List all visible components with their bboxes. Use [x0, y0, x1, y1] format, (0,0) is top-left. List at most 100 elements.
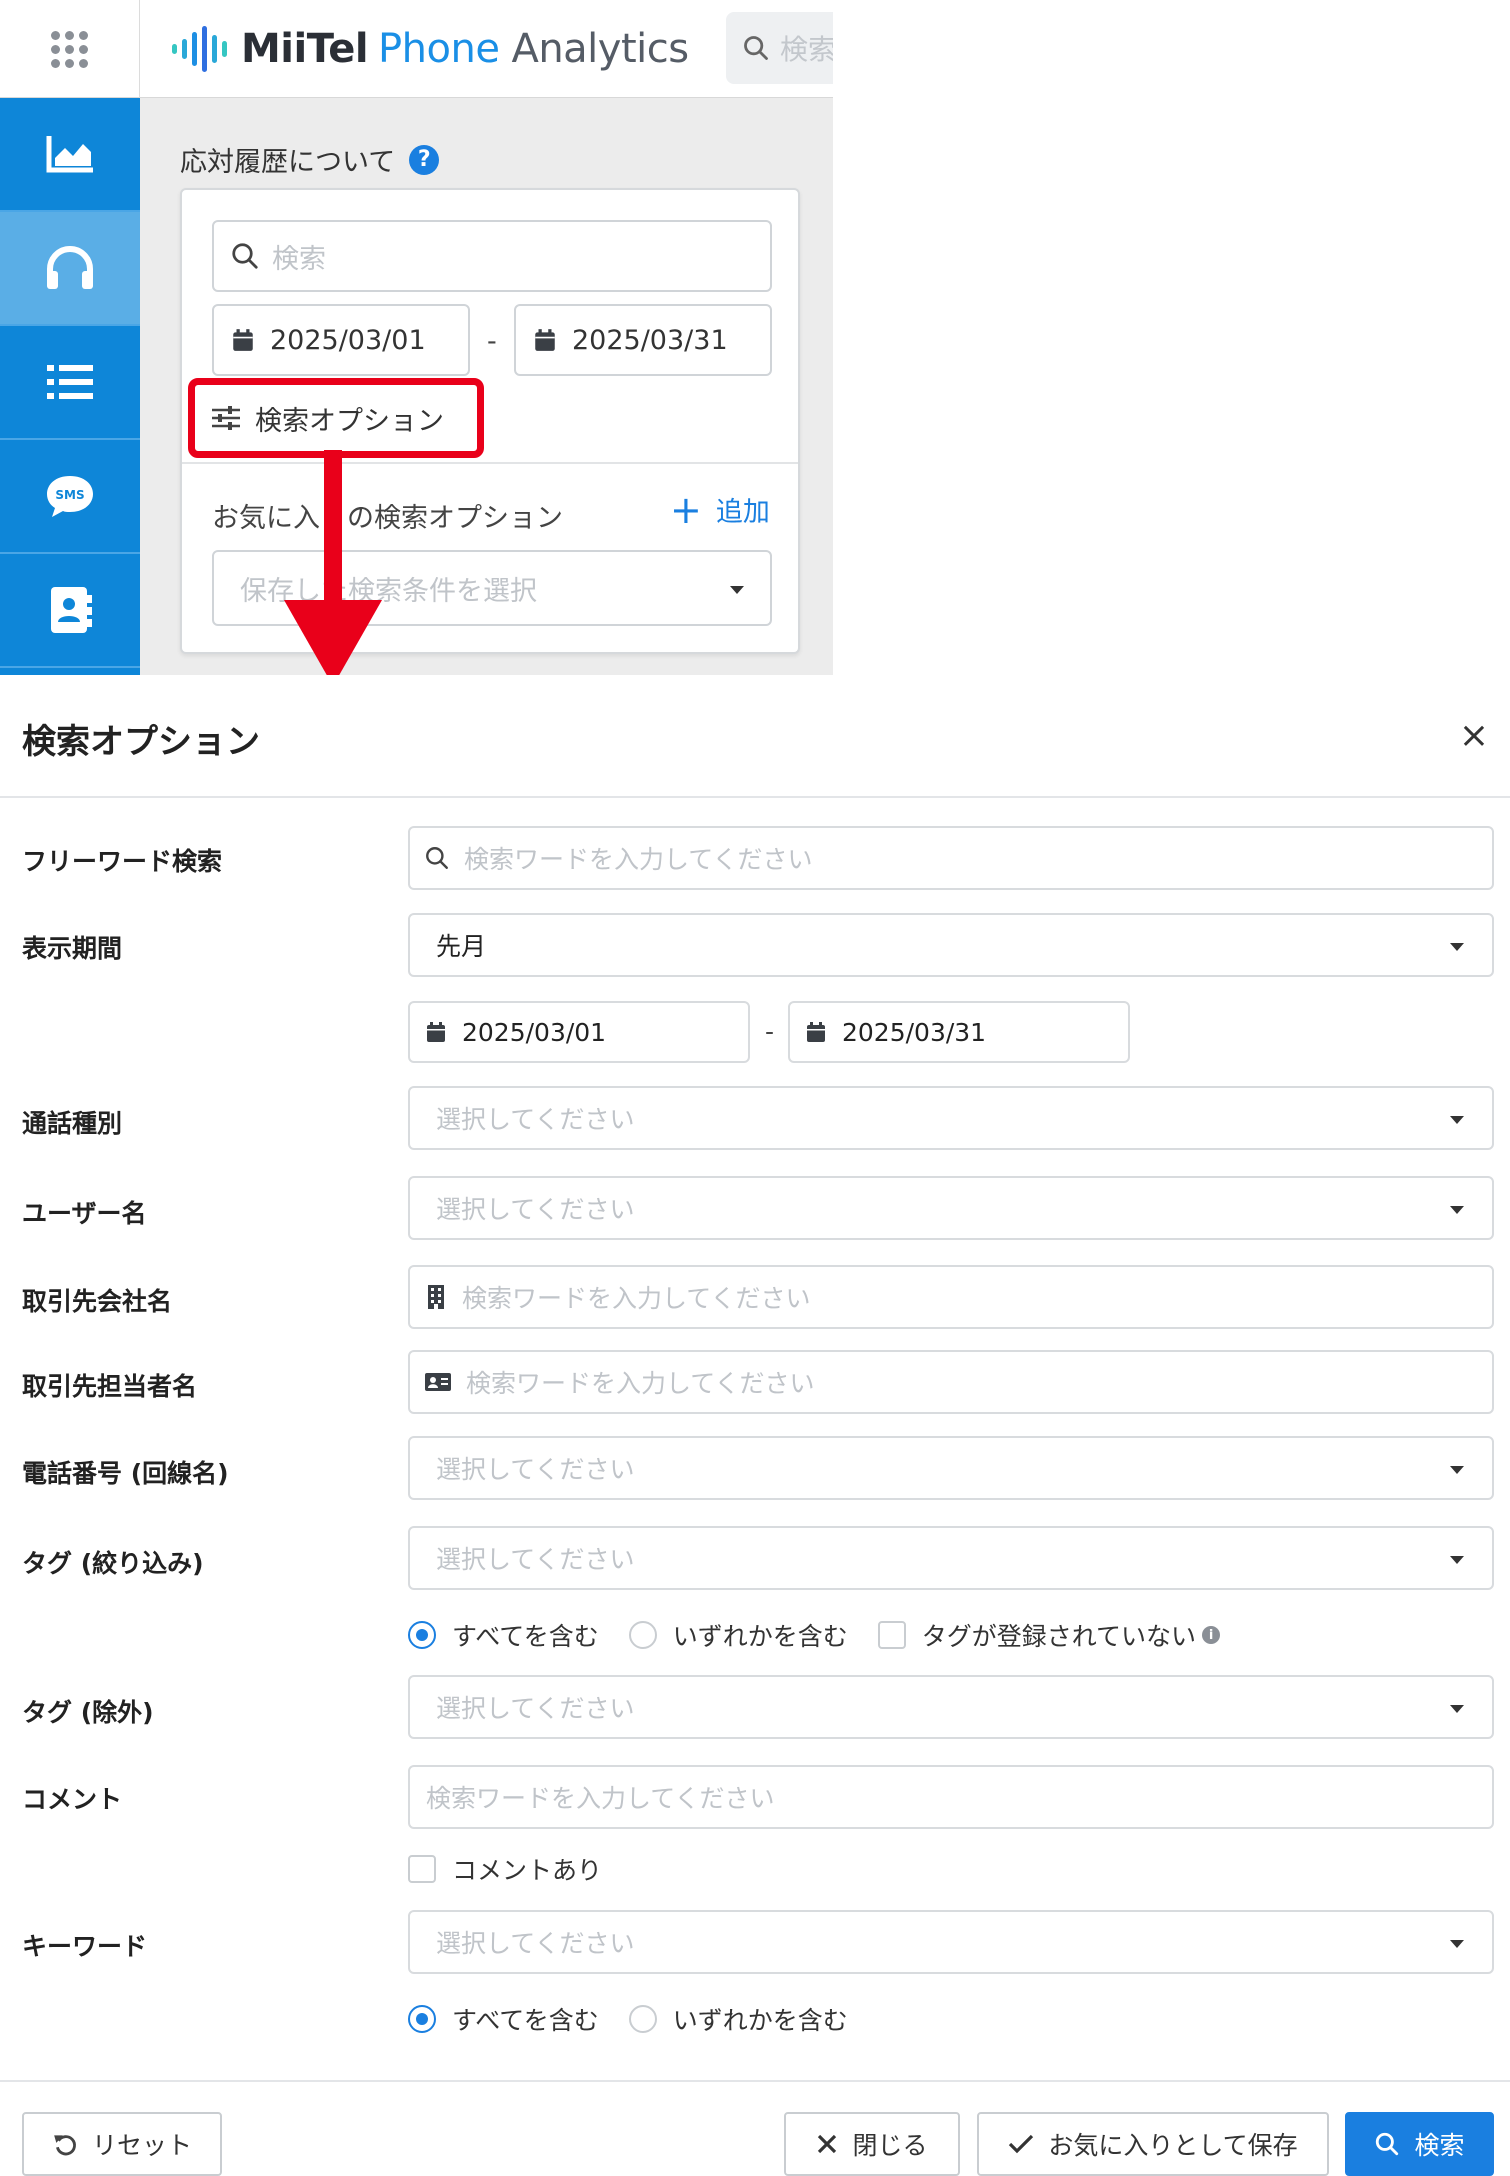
calendar-icon — [535, 329, 555, 351]
date-separator: - — [765, 1017, 775, 1046]
caret-down-icon — [1450, 1466, 1464, 1474]
reset-button[interactable]: リセット — [22, 2112, 222, 2176]
sms-icon: SMS — [47, 476, 93, 517]
page-title: 応対履歴について ? — [180, 140, 440, 179]
search-button[interactable]: 検索 — [1345, 2112, 1494, 2176]
header-search-input[interactable]: 検索 — [726, 12, 833, 84]
search-options-button[interactable]: 検索オプション — [188, 378, 484, 458]
list-icon — [47, 365, 93, 399]
panel-date-to[interactable]: 2025/03/31 — [514, 304, 772, 376]
brand-phone: Phone — [378, 26, 500, 72]
sidebar-item-call-history[interactable] — [0, 212, 140, 326]
tag-filter-checkbox-untagged[interactable] — [877, 1621, 906, 1649]
keyword-select[interactable]: 選択してください — [408, 1910, 1494, 1974]
close-icon[interactable]: × — [1456, 718, 1492, 754]
tag-filter-label: タグ (絞り込み) — [22, 1549, 204, 1578]
date-separator: - — [487, 326, 497, 357]
info-icon[interactable]: i — [1202, 1626, 1221, 1644]
divider — [182, 462, 798, 464]
contact-book-icon — [51, 587, 92, 633]
user-name-label: ユーザー名 — [22, 1199, 147, 1228]
check-icon — [1008, 2133, 1034, 2155]
period-date-to[interactable]: 2025/03/31 — [788, 1001, 1130, 1063]
tag-exclude-select[interactable]: 選択してください — [408, 1675, 1494, 1739]
grid-icon — [51, 30, 88, 68]
keyword-label: キーワード — [22, 1932, 148, 1961]
save-favorite-button[interactable]: お気に入りとして保存 — [977, 2112, 1329, 2176]
company-label: 取引先会社名 — [22, 1287, 173, 1316]
keyword-radio-all[interactable] — [408, 2005, 436, 2033]
freeword-input[interactable]: 検索ワードを入力してください — [408, 826, 1494, 890]
close-x-icon — [816, 2133, 838, 2155]
has-comment-checkbox[interactable] — [408, 1855, 436, 1883]
tag-filter-radio-any[interactable] — [628, 1621, 657, 1649]
undo-icon — [52, 2131, 78, 2157]
search-icon — [744, 36, 768, 60]
comment-input[interactable]: 検索ワードを入力してください — [408, 1765, 1494, 1829]
id-card-icon — [425, 1373, 451, 1391]
sidebar-item-analytics[interactable] — [0, 98, 140, 212]
search-icon — [426, 847, 448, 869]
keyword-radio-any[interactable] — [628, 2005, 657, 2033]
caret-down-icon — [730, 586, 744, 594]
comment-options: コメントあり — [408, 1851, 632, 1887]
period-date-from[interactable]: 2025/03/01 — [408, 1001, 750, 1063]
panel-search-input[interactable]: 検索 — [212, 220, 772, 292]
svg-text:SMS: SMS — [55, 488, 84, 502]
search-options-label: 検索オプション — [255, 405, 444, 437]
search-options-modal: 検索オプション × フリーワード検索 検索ワードを入力してください 表示期間 先… — [0, 676, 1510, 2176]
comment-label: コメント — [22, 1785, 123, 1814]
period-label: 表示期間 — [22, 934, 123, 963]
building-icon — [428, 1285, 444, 1309]
modal-header: 検索オプション × — [0, 676, 1510, 798]
tag-filter-select[interactable]: 選択してください — [408, 1526, 1494, 1590]
sliders-icon — [212, 406, 240, 430]
search-icon — [232, 243, 258, 269]
caret-down-icon — [1450, 1705, 1464, 1713]
red-arrow-icon — [284, 450, 382, 675]
keyword-options: すべてを含む いずれかを含む — [408, 2001, 878, 2037]
calendar-icon — [233, 329, 253, 351]
caret-down-icon — [1450, 1116, 1464, 1124]
page-title-text: 応対履歴について — [180, 147, 396, 178]
panel-search-placeholder: 検索 — [272, 243, 326, 275]
modal-title: 検索オプション — [22, 722, 260, 762]
waveform-logo-icon — [172, 26, 227, 72]
calendar-icon — [427, 1022, 445, 1042]
app-header: MiiTel Phone Analytics 検索 — [0, 0, 833, 98]
favorites-add-button[interactable]: + 追加 — [670, 490, 770, 529]
tag-exclude-label: タグ (除外) — [22, 1698, 154, 1727]
contact-label: 取引先担当者名 — [22, 1372, 198, 1401]
caret-down-icon — [1450, 943, 1464, 951]
screenshot-excerpt: MiiTel Phone Analytics 検索 SMS 応対履歴について ?… — [0, 0, 833, 675]
phone-select[interactable]: 選択してください — [408, 1436, 1494, 1500]
search-panel: 検索 2025/03/01 - 2025/03/31 検索オプション お気に入り… — [180, 188, 800, 654]
app-launcher-button[interactable] — [0, 0, 140, 98]
phone-label: 電話番号 (回線名) — [22, 1459, 229, 1488]
contact-input[interactable]: 検索ワードを入力してください — [408, 1350, 1494, 1414]
brand-logo[interactable]: MiiTel Phone Analytics — [172, 22, 689, 76]
help-icon[interactable]: ? — [409, 144, 440, 175]
favorites-label: お気に入りの検索オプション — [212, 503, 563, 534]
brand-analytics: Analytics — [511, 26, 689, 72]
caret-down-icon — [1450, 1940, 1464, 1948]
caret-down-icon — [1450, 1556, 1464, 1564]
period-select[interactable]: 先月 — [408, 913, 1494, 977]
calendar-icon — [807, 1022, 825, 1042]
panel-date-from[interactable]: 2025/03/01 — [212, 304, 470, 376]
header-search-placeholder: 検索 — [780, 33, 833, 66]
company-input[interactable]: 検索ワードを入力してください — [408, 1265, 1494, 1329]
plus-icon: + — [670, 487, 702, 532]
close-button[interactable]: 閉じる — [784, 2112, 960, 2176]
call-type-label: 通話種別 — [22, 1109, 123, 1138]
freeword-label: フリーワード検索 — [22, 847, 223, 876]
sidebar-item-sms[interactable]: SMS — [0, 440, 140, 554]
sidebar-item-list[interactable] — [0, 326, 140, 440]
chart-area-icon — [46, 136, 93, 173]
tag-filter-radio-all[interactable] — [408, 1621, 436, 1649]
user-name-select[interactable]: 選択してください — [408, 1176, 1494, 1240]
sidebar-item-contacts[interactable] — [0, 554, 140, 668]
call-type-select[interactable]: 選択してください — [408, 1086, 1494, 1150]
tag-filter-options: すべてを含む いずれかを含む タグが登録されていない i — [408, 1617, 1221, 1653]
headset-icon — [47, 246, 93, 289]
